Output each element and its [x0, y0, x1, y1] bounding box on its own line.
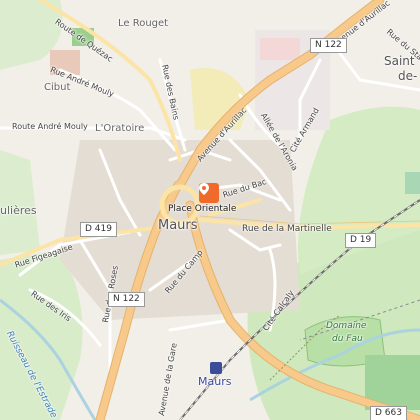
- road-shield-n122-top: N 122: [310, 38, 347, 53]
- place-label-saint: Saint: [384, 54, 415, 68]
- town-label-maurs: Maurs: [158, 218, 198, 233]
- place-label-saint-de: de-: [398, 69, 418, 83]
- road-shield-d19: D 19: [345, 233, 377, 248]
- road-shield-d663: D 663: [370, 406, 407, 420]
- road-label-route-andre-mouly: Route André Mouly: [12, 122, 88, 131]
- road-label-rue-martinelle: Rue de la Martinelle: [242, 224, 332, 234]
- station-label-maurs: Maurs: [198, 375, 232, 388]
- place-label-le-rouget: Le Rouget: [118, 18, 169, 29]
- road-shield-d419: D 419: [80, 222, 117, 237]
- place-label-ulieres: ulières: [0, 204, 37, 217]
- road-shield-n122-bottom: N 122: [108, 292, 145, 307]
- map-pin-glyph: [199, 183, 209, 195]
- park-label-du-fau: du Fau: [332, 334, 363, 344]
- park-label-domaine: Domaine: [326, 321, 367, 331]
- place-label-oratoire: L'Oratoire: [95, 123, 145, 134]
- map[interactable]: Maurs Place Orientale Le Rouget Cibut L'…: [0, 0, 420, 420]
- place-label-cibut: Cibut: [44, 82, 71, 93]
- poi-label-place-orientale: Place Orientale: [168, 204, 237, 214]
- train-station-icon[interactable]: [210, 362, 222, 374]
- map-pin-icon[interactable]: [199, 183, 219, 203]
